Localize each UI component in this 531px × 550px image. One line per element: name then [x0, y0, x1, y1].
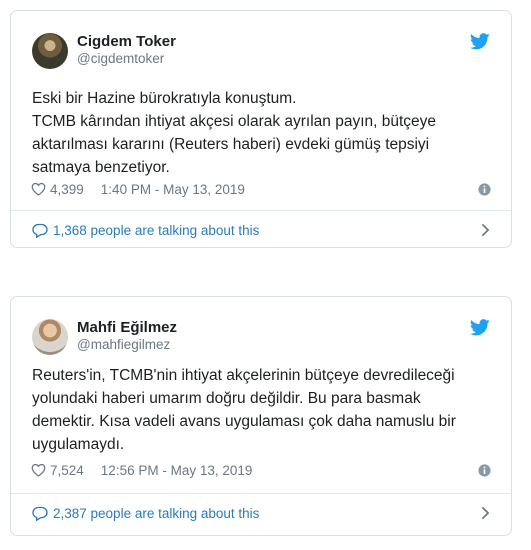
twitter-bird-icon[interactable]: [470, 319, 490, 336]
tweet-text-line: TCMB kârından ihtiyat akçesi olarak ayrı…: [32, 113, 437, 130]
timestamp[interactable]: 12:56 PM - May 13, 2019: [101, 463, 253, 478]
chevron-right-icon: [481, 223, 490, 237]
tweet-meta: 7,524 12:56 PM - May 13, 2019: [31, 460, 491, 480]
like-count[interactable]: 7,524: [50, 463, 84, 478]
comment-icon: [32, 223, 48, 238]
tweet-text-line: aktarılması kararını (Reuters haberi) ev…: [32, 136, 430, 153]
user-handle[interactable]: @mahfiegilmez: [77, 337, 170, 352]
avatar[interactable]: [32, 33, 68, 69]
tweet-header: Mahfi Eğilmez @mahfiegilmez: [11, 297, 511, 359]
talking-about-text: 1,368 people are talking about this: [53, 222, 260, 238]
user-handle[interactable]: @cigdemtoker: [77, 51, 164, 66]
tweet-text-line: uygulamaydı.: [32, 436, 125, 453]
tweet-text-line: Reuters'in, TCMB'nin ihtiyat akçelerinin…: [32, 367, 455, 384]
comment-icon: [32, 506, 48, 521]
user-name[interactable]: Mahfi Eğilmez: [77, 319, 177, 336]
info-icon[interactable]: [478, 463, 491, 477]
like-count[interactable]: 4,399: [50, 182, 84, 197]
tweet-text: Reuters'in, TCMB'nin ihtiyat akçelerinin…: [32, 364, 492, 456]
tweet-text: Eski bir Hazine bürokratıyla konuştum. T…: [32, 87, 492, 179]
heart-icon[interactable]: [31, 182, 46, 196]
heart-icon[interactable]: [31, 463, 46, 477]
talking-about-link[interactable]: 1,368 people are talking about this: [11, 211, 511, 247]
tweet-card[interactable]: Mahfi Eğilmez @mahfiegilmez Reuters'in, …: [10, 296, 512, 536]
tweet-meta: 4,399 1:40 PM - May 13, 2019: [31, 179, 491, 199]
user-name[interactable]: Cigdem Toker: [77, 33, 176, 50]
chevron-right-icon: [481, 506, 490, 520]
tweet-text-line: Eski bir Hazine bürokratıyla konuştum.: [32, 90, 297, 107]
twitter-bird-icon[interactable]: [470, 33, 490, 50]
tweet-header: Cigdem Toker @cigdemtoker: [11, 11, 511, 73]
tweet-text-line: demektir. Kısa vadeli avans uygulaması ç…: [32, 413, 456, 430]
talking-about-link[interactable]: 2,387 people are talking about this: [11, 494, 511, 532]
talking-about-text: 2,387 people are talking about this: [53, 505, 260, 521]
tweet-text-line: satmaya benzetiyor.: [32, 159, 170, 176]
info-icon[interactable]: [478, 182, 491, 196]
timestamp[interactable]: 1:40 PM - May 13, 2019: [101, 182, 245, 197]
avatar[interactable]: [32, 319, 68, 355]
tweet-card[interactable]: Cigdem Toker @cigdemtoker Eski bir Hazin…: [10, 10, 512, 248]
tweet-text-line: yolundaki haberi umarım doğru değildir. …: [32, 390, 421, 407]
